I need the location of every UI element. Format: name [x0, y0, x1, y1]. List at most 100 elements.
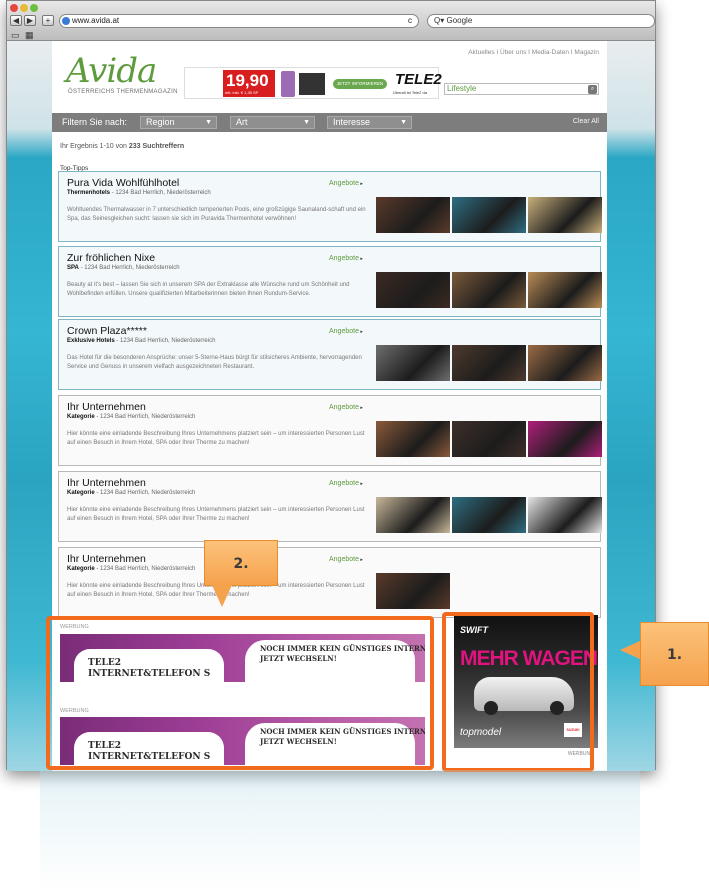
listing-location: - 1234 Bad Herrlich, Niederösterreich [94, 414, 196, 420]
art-dropdown[interactable]: Art ▼ [230, 116, 315, 129]
listing-card[interactable]: Ihr Unternehmen Kategorie - 1234 Bad Herr… [58, 395, 602, 466]
minimize-window-button[interactable] [20, 4, 28, 12]
site-logo[interactable]: Avida [66, 51, 157, 91]
listing-title[interactable]: Ihr Unternehmen [67, 401, 146, 413]
results-summary: Ihr Ergebnis 1-10 von 233 Suchtreffern [60, 143, 184, 150]
listing-title[interactable]: Ihr Unternehmen [67, 477, 146, 489]
zoom-window-button[interactable] [30, 4, 38, 12]
top-navigation[interactable]: Aktuelles I Über uns I Media-Daten I Mag… [468, 49, 599, 56]
callout-one: 1. [620, 622, 709, 688]
price-text: 19,90 [226, 71, 269, 90]
listing-category: Kategorie [67, 490, 95, 496]
listing-location: - 1234 Bad Herrlich, Niederösterreich [110, 190, 211, 196]
tele2-logo: TELE2 [395, 71, 442, 88]
listing-location: - 1234 Bad Herrlich, Niederösterreich [94, 566, 196, 572]
hotel-photo[interactable] [376, 197, 450, 233]
listing-meta: SPA - 1234 Bad Herrlich, Niederösterreic… [67, 265, 180, 271]
hotel-photo[interactable] [376, 421, 450, 457]
listing-category: Thermenhotels [67, 190, 111, 196]
filter-label: Filtern Sie nach: [62, 117, 128, 127]
close-window-button[interactable] [10, 4, 18, 12]
search-submit-icon[interactable]: ⌕ [588, 85, 597, 94]
listing-title[interactable]: Pura Vida Wohlfühlhotel [67, 177, 179, 189]
listing-category: Kategorie [67, 414, 95, 420]
url-text: www.avida.at [72, 16, 120, 25]
offers-link[interactable]: Angebote [329, 255, 363, 262]
forward-button[interactable]: ▶ [24, 15, 36, 26]
tele2-top-banner[interactable]: 19,90 mtl. inkl. € 1,35 SP JETZT INFORMI… [184, 67, 442, 99]
hotel-photo[interactable] [528, 497, 602, 533]
hotel-photo[interactable] [452, 421, 526, 457]
dropdown-arrow-icon: ▼ [205, 119, 212, 126]
listing-title[interactable]: Crown Plaza***** [67, 325, 147, 337]
hotel-photo[interactable] [528, 197, 602, 233]
listing-description: Hier könnte eine einladende Beschreibung… [67, 431, 365, 446]
back-button[interactable]: ◀ [10, 15, 22, 26]
listing-category: SPA [67, 265, 79, 271]
offers-link[interactable]: Angebote [329, 556, 363, 563]
modem-image [299, 73, 325, 95]
listing-location: - 1234 Bad Herrlich, Niederösterreich [114, 338, 216, 344]
listing-category: Exklusive Hotels [67, 338, 115, 344]
price-block: 19,90 mtl. inkl. € 1,35 SP [223, 70, 275, 97]
listing-meta: Kategorie - 1234 Bad Herrlich, Niederöst… [67, 490, 195, 496]
hotel-photo[interactable] [528, 272, 602, 308]
listing-card[interactable]: Ihr Unternehmen Kategorie - 1234 Bad Herr… [58, 471, 602, 542]
hotel-photo[interactable] [376, 345, 450, 381]
offers-link[interactable]: Angebote [329, 328, 363, 335]
globe-icon [62, 17, 70, 25]
listing-category: Kategorie [67, 566, 95, 572]
search-value: Lifestyle [447, 84, 477, 93]
interesse-dropdown-label: Interesse [333, 117, 371, 127]
search-icon: Q▾ [434, 16, 447, 25]
offers-link[interactable]: Angebote [329, 480, 363, 487]
callout-two-pointer [212, 585, 232, 607]
listing-title[interactable]: Zur fröhlichen Nixe [67, 252, 155, 264]
listing-meta: Exklusive Hotels - 1234 Bad Herrlich, Ni… [67, 338, 215, 344]
search-placeholder: Google [446, 16, 473, 25]
hotel-photo[interactable] [376, 272, 450, 308]
listing-card[interactable]: Crown Plaza***** Exklusive Hotels - 1234 … [58, 319, 602, 390]
site-tagline: ÖSTERREICHS THERMENMAGAZIN [68, 89, 178, 95]
listing-card[interactable]: Ihr Unternehmen Kategorie - 1234 Bad Herr… [58, 547, 601, 618]
callout-one-box: 1. [640, 622, 709, 686]
hotel-photo[interactable] [452, 197, 526, 233]
address-bar[interactable]: www.avida.at c [59, 14, 419, 28]
tele2-slogan: Überall ist Tele2 da [393, 90, 427, 95]
listing-description: Das Hotel für die besonderen Ansprüche: … [67, 355, 362, 370]
site-search-input[interactable]: Lifestyle ⌕ [444, 83, 599, 95]
reload-icon[interactable]: c [408, 15, 412, 27]
banner-cta[interactable]: JETZT INFORMIEREN [333, 79, 387, 89]
clear-all-button[interactable]: Clear All [573, 118, 599, 125]
hotel-photo[interactable] [452, 345, 526, 381]
hotel-photo[interactable] [376, 573, 450, 609]
hotel-photo[interactable] [452, 272, 526, 308]
callout-two: 2. [204, 540, 278, 607]
listing-meta: Kategorie - 1234 Bad Herrlich, Niederöst… [67, 566, 195, 572]
offers-link[interactable]: Angebote [329, 404, 363, 411]
listing-location: - 1234 Bad Herrlich, Niederösterreich [78, 265, 180, 271]
interesse-dropdown[interactable]: Interesse ▼ [327, 116, 412, 129]
hotel-photo[interactable] [528, 421, 602, 457]
listing-card[interactable]: Zur fröhlichen Nixe SPA - 1234 Bad Herrli… [58, 246, 602, 317]
bookmarks-book-icon[interactable]: ▭ [11, 30, 20, 41]
add-bookmark-button[interactable]: + [42, 15, 54, 26]
listing-meta: Kategorie - 1234 Bad Herrlich, Niederöst… [67, 414, 195, 420]
hotel-photo[interactable] [528, 345, 602, 381]
listing-location: - 1234 Bad Herrlich, Niederösterreich [94, 490, 196, 496]
browser-search-input[interactable]: Q▾ Google [427, 14, 655, 28]
callout-two-box: 2. [204, 540, 278, 586]
listing-card[interactable]: Pura Vida Wohlfühlhotel Thermenhotels - 1… [58, 171, 602, 242]
hotel-photo[interactable] [376, 497, 450, 533]
offers-link[interactable]: Angebote [329, 180, 363, 187]
region-dropdown-label: Region [146, 117, 175, 127]
listing-meta: Thermenhotels - 1234 Bad Herrlich, Niede… [67, 190, 211, 196]
region-dropdown[interactable]: Region ▼ [140, 116, 217, 129]
listing-title[interactable]: Ihr Unternehmen [67, 553, 146, 565]
hotel-photo[interactable] [452, 497, 526, 533]
dropdown-arrow-icon: ▼ [400, 119, 407, 126]
top-sites-grid-icon[interactable]: ▦ [25, 30, 34, 41]
callout-one-pointer [620, 640, 642, 660]
filter-bar: Filtern Sie nach: Region ▼ Art ▼ Interesse… [52, 113, 607, 132]
browser-toolbar: ◀ ▶ + www.avida.at c Q▾ Google ▭ ▦ [7, 1, 655, 41]
